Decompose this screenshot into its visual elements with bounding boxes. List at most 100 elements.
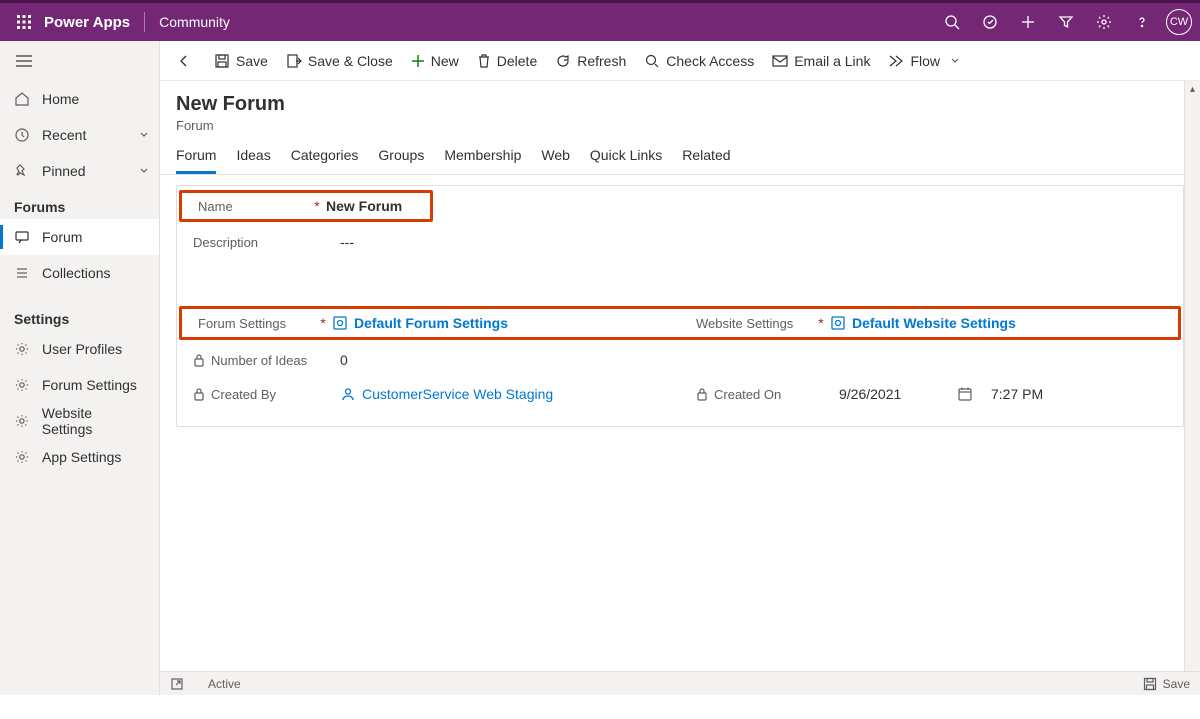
nav-recent-label: Recent bbox=[42, 127, 86, 143]
lock-icon bbox=[193, 353, 205, 367]
scroll-up-arrow[interactable]: ▴ bbox=[1185, 81, 1200, 97]
description-row: Description --- bbox=[177, 222, 1183, 262]
assistant-icon[interactable] bbox=[972, 6, 1008, 38]
chevron-down-icon bbox=[139, 166, 149, 176]
app-area-name[interactable]: Community bbox=[159, 14, 230, 30]
nav-collections[interactable]: Collections bbox=[0, 255, 159, 291]
required-indicator: * bbox=[312, 198, 322, 214]
page-title: New Forum bbox=[176, 93, 1184, 116]
settings-row-highlight: Forum Settings * Default Forum Settings … bbox=[179, 306, 1181, 340]
website-settings-lookup[interactable]: Default Website Settings bbox=[826, 315, 1164, 331]
website-settings-value: Default Website Settings bbox=[852, 315, 1016, 331]
refresh-button[interactable]: Refresh bbox=[555, 53, 626, 69]
entity-name: Forum bbox=[176, 118, 1184, 133]
save-close-button[interactable]: Save & Close bbox=[286, 53, 393, 69]
status-save-label: Save bbox=[1163, 677, 1190, 691]
new-label: New bbox=[431, 53, 459, 69]
created-by-lookup[interactable]: CustomerService Web Staging bbox=[336, 386, 666, 402]
sidebar-toggle[interactable] bbox=[0, 41, 159, 81]
created-on-date: 9/26/2021 bbox=[839, 386, 957, 402]
calendar-icon[interactable] bbox=[957, 386, 973, 402]
num-ideas-label: Number of Ideas bbox=[211, 353, 307, 368]
nav-pinned[interactable]: Pinned bbox=[0, 153, 159, 189]
save-label: Save bbox=[236, 53, 268, 69]
app-header: Power Apps Community CW bbox=[0, 0, 1200, 41]
nav-user-profiles[interactable]: User Profiles bbox=[0, 331, 159, 367]
tab-quick-links[interactable]: Quick Links bbox=[590, 147, 662, 174]
user-avatar[interactable]: CW bbox=[1166, 9, 1192, 35]
tab-forum[interactable]: Forum bbox=[176, 147, 216, 174]
created-by-value: CustomerService Web Staging bbox=[362, 386, 553, 402]
form-status-bar: Active Save bbox=[160, 671, 1200, 695]
save-close-label: Save & Close bbox=[308, 53, 393, 69]
refresh-label: Refresh bbox=[577, 53, 626, 69]
new-button[interactable]: New bbox=[411, 53, 459, 69]
name-label: Name bbox=[198, 199, 233, 214]
status-save-button[interactable]: Save bbox=[1143, 677, 1190, 691]
name-value: New Forum bbox=[326, 198, 402, 214]
email-link-label: Email a Link bbox=[794, 53, 870, 69]
person-icon bbox=[340, 386, 356, 402]
app-launcher-button[interactable] bbox=[8, 6, 40, 38]
website-settings-label: Website Settings bbox=[696, 316, 793, 331]
nav-website-settings-label: Website Settings bbox=[42, 405, 145, 437]
nav-forum-label: Forum bbox=[42, 229, 82, 245]
num-ideas-value-cell: 0 bbox=[336, 352, 1169, 368]
nav-user-profiles-label: User Profiles bbox=[42, 341, 122, 357]
num-ideas-row: Number of Ideas 0 bbox=[177, 340, 1183, 380]
help-icon[interactable] bbox=[1124, 6, 1160, 38]
form-card: Name * New Forum Description --- Forum S… bbox=[176, 185, 1184, 427]
check-access-label: Check Access bbox=[666, 53, 754, 69]
nav-section-settings: Settings bbox=[0, 301, 159, 331]
nav-app-settings-label: App Settings bbox=[42, 449, 121, 465]
lock-icon bbox=[696, 387, 708, 401]
tab-categories[interactable]: Categories bbox=[291, 147, 359, 174]
nav-forum-settings[interactable]: Forum Settings bbox=[0, 367, 159, 403]
description-input[interactable]: --- bbox=[336, 234, 1169, 250]
description-value: --- bbox=[340, 234, 354, 250]
nav-collections-label: Collections bbox=[42, 265, 110, 281]
name-input[interactable]: New Forum bbox=[322, 198, 416, 214]
filter-icon[interactable] bbox=[1048, 6, 1084, 38]
delete-button[interactable]: Delete bbox=[477, 53, 537, 69]
command-bar: Save Save & Close New Delete Refresh Che… bbox=[160, 41, 1200, 81]
form-header: New Forum Forum bbox=[160, 81, 1200, 133]
settings-icon[interactable] bbox=[1086, 6, 1122, 38]
email-link-button[interactable]: Email a Link bbox=[772, 53, 870, 69]
back-button[interactable] bbox=[172, 53, 196, 69]
nav-recent[interactable]: Recent bbox=[0, 117, 159, 153]
flow-label: Flow bbox=[910, 53, 940, 69]
add-icon[interactable] bbox=[1010, 6, 1046, 38]
check-access-button[interactable]: Check Access bbox=[644, 53, 754, 69]
tab-membership[interactable]: Membership bbox=[444, 147, 521, 174]
chevron-down-icon bbox=[139, 130, 149, 140]
required-indicator: * bbox=[318, 315, 328, 331]
lookup-icon bbox=[332, 315, 348, 331]
main-content: Save Save & Close New Delete Refresh Che… bbox=[160, 41, 1200, 695]
popout-icon[interactable] bbox=[170, 677, 184, 691]
search-icon[interactable] bbox=[934, 6, 970, 38]
nav-home[interactable]: Home bbox=[0, 81, 159, 117]
nav-section-forums: Forums bbox=[0, 189, 159, 219]
required-indicator: * bbox=[816, 315, 826, 331]
created-on-label: Created On bbox=[714, 387, 781, 402]
forum-settings-value: Default Forum Settings bbox=[354, 315, 508, 331]
tab-web[interactable]: Web bbox=[541, 147, 570, 174]
site-map: Home Recent Pinned Forums Forum Collecti… bbox=[0, 41, 160, 695]
tab-groups[interactable]: Groups bbox=[378, 147, 424, 174]
form-tabs: Forum Ideas Categories Groups Membership… bbox=[160, 133, 1200, 175]
app-name: Power Apps bbox=[44, 14, 130, 31]
nav-home-label: Home bbox=[42, 91, 79, 107]
flow-button[interactable]: Flow bbox=[888, 53, 960, 69]
num-ideas-value: 0 bbox=[340, 352, 348, 368]
description-label: Description bbox=[193, 235, 258, 250]
save-button[interactable]: Save bbox=[214, 53, 268, 69]
nav-app-settings[interactable]: App Settings bbox=[0, 439, 159, 475]
tab-ideas[interactable]: Ideas bbox=[236, 147, 270, 174]
nav-website-settings[interactable]: Website Settings bbox=[0, 403, 159, 439]
tab-related[interactable]: Related bbox=[682, 147, 730, 174]
nav-forum[interactable]: Forum bbox=[0, 219, 159, 255]
scrollbar[interactable]: ▴ bbox=[1184, 81, 1200, 671]
forum-settings-lookup[interactable]: Default Forum Settings bbox=[328, 315, 666, 331]
nav-forum-settings-label: Forum Settings bbox=[42, 377, 137, 393]
